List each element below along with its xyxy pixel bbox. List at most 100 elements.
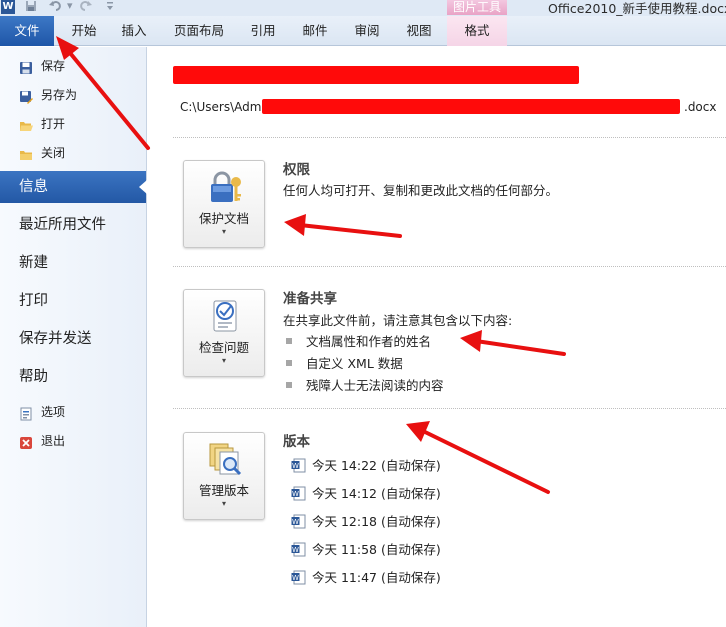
bullet-icon [286,382,292,388]
svg-text:W: W [292,518,299,526]
word-document-icon: W [291,486,306,501]
version-item[interactable]: W 今天 11:58 (自动保存) [291,539,441,557]
tab-insert[interactable]: 插入 [111,16,157,46]
version-item-label: 今天 11:58 (自动保存) [312,542,441,557]
prepare-sharing-description: 在共享此文件前，请注意其包含以下内容: [283,313,513,328]
tab-format[interactable]: 格式 [447,16,507,46]
backstage-nav: 保存 另存为 打开 关闭 信息 最近所用文件 新建 打印 保存并发送 帮助 选项… [0,47,147,627]
manage-versions-label: 管理版本 [198,483,249,498]
active-section-pointer [139,180,147,194]
title-bar: W ▾ 图片工具 Office2010_新手使用教程.docx [0,0,726,16]
nav-save-send[interactable]: 保存并发送 [0,323,146,355]
nav-help[interactable]: 帮助 [0,361,146,393]
redo-icon[interactable] [80,0,92,12]
prepare-item-label: 文档属性和作者的姓名 [306,334,432,349]
prepare-item: 残障人士无法阅读的内容 [286,375,444,394]
word-document-icon: W [291,542,306,557]
lock-key-icon [206,170,244,206]
prepare-item: 自定义 XML 数据 [286,353,403,372]
version-item[interactable]: W 今天 14:12 (自动保存) [291,483,441,501]
word-document-icon: W [291,514,306,529]
tab-file[interactable]: 文件 [0,16,54,46]
document-path-prefix: C:\Users\Adm [180,100,262,114]
info-pane: C:\Users\Adm .docx 保护文档 ▾ 权限 任何人均可打开、复制和… [148,47,726,627]
word-document-icon: W [291,458,306,473]
chevron-down-icon: ▾ [221,499,226,508]
nav-close[interactable]: 关闭 [0,141,146,165]
save-icon[interactable] [25,0,37,12]
check-for-issues-label: 检查问题 [198,340,249,355]
tab-references[interactable]: 引用 [240,16,286,46]
prepare-sharing-title: 准备共享 [283,291,337,307]
version-item-label: 今天 12:18 (自动保存) [312,514,441,529]
chevron-down-icon: ▾ [221,227,226,236]
tab-review[interactable]: 审阅 [344,16,390,46]
save-icon [19,59,33,74]
svg-text:W: W [292,546,299,554]
tab-view[interactable]: 视图 [396,16,442,46]
version-item[interactable]: W 今天 14:22 (自动保存) [291,455,441,473]
version-item-label: 今天 14:22 (自动保存) [312,458,441,473]
permissions-title: 权限 [283,162,310,178]
tab-page-layout[interactable]: 页面布局 [167,16,231,46]
svg-text:W: W [292,462,299,470]
protect-document-button[interactable]: 保护文档 ▾ [183,160,265,248]
versions-icon [206,442,244,478]
document-title: Office2010_新手使用教程.docx [548,1,726,16]
ribbon-tab-bar: 文件 开始 插入 页面布局 引用 邮件 审阅 视图 格式 [0,16,726,46]
versions-title: 版本 [283,434,310,450]
undo-icon[interactable] [49,0,63,12]
close-folder-icon [19,146,33,160]
version-item[interactable]: W 今天 12:18 (自动保存) [291,511,441,529]
document-path-suffix: .docx [684,100,717,114]
prepare-item: 文档属性和作者的姓名 [286,331,431,350]
section-divider [173,408,726,409]
nav-new[interactable]: 新建 [0,247,146,279]
permissions-description: 任何人均可打开、复制和更改此文档的任何部分。 [283,183,559,198]
nav-open[interactable]: 打开 [0,112,146,136]
svg-text:W: W [292,490,299,498]
nav-info[interactable]: 信息 [0,171,147,203]
bullet-icon [286,360,292,366]
chevron-down-icon: ▾ [221,356,226,365]
section-divider [173,266,726,267]
nav-close-label: 关闭 [41,146,66,160]
nav-recent[interactable]: 最近所用文件 [0,209,146,241]
nav-save-as[interactable]: 另存为 [0,83,146,107]
document-path: C:\Users\Adm .docx [180,100,716,114]
nav-print[interactable]: 打印 [0,285,146,317]
nav-options[interactable]: 选项 [0,400,146,424]
version-item-label: 今天 11:47 (自动保存) [312,570,441,585]
version-item-label: 今天 14:12 (自动保存) [312,486,441,501]
redaction-mark [262,99,680,114]
check-for-issues-button[interactable]: 检查问题 ▾ [183,289,265,377]
save-as-icon [19,88,33,104]
nav-open-label: 打开 [41,117,66,131]
open-folder-icon [19,117,33,131]
picture-tools-group-label: 图片工具 [447,0,507,15]
tab-home[interactable]: 开始 [61,16,107,46]
nav-save-label: 保存 [41,59,66,73]
nav-save[interactable]: 保存 [0,54,146,78]
redaction-mark [173,66,579,84]
svg-text:W: W [292,574,299,582]
manage-versions-button[interactable]: 管理版本 ▾ [183,432,265,520]
word-document-icon: W [291,570,306,585]
nav-save-as-label: 另存为 [41,88,78,102]
bullet-icon [286,338,292,344]
prepare-item-label: 残障人士无法阅读的内容 [306,378,444,393]
word-app-icon[interactable]: W [1,0,15,14]
nav-options-label: 选项 [41,405,66,419]
exit-icon [19,434,33,449]
section-divider [173,137,726,138]
version-item[interactable]: W 今天 11:47 (自动保存) [291,567,441,585]
nav-exit-label: 退出 [41,434,66,448]
tab-mailings[interactable]: 邮件 [292,16,338,46]
prepare-item-label: 自定义 XML 数据 [306,356,403,371]
checklist-icon [206,299,244,335]
customize-toolbar-icon[interactable] [106,0,114,12]
options-icon [19,405,33,421]
nav-exit[interactable]: 退出 [0,429,146,453]
protect-document-label: 保护文档 [198,211,249,226]
undo-dropdown-icon[interactable]: ▾ [67,0,73,12]
